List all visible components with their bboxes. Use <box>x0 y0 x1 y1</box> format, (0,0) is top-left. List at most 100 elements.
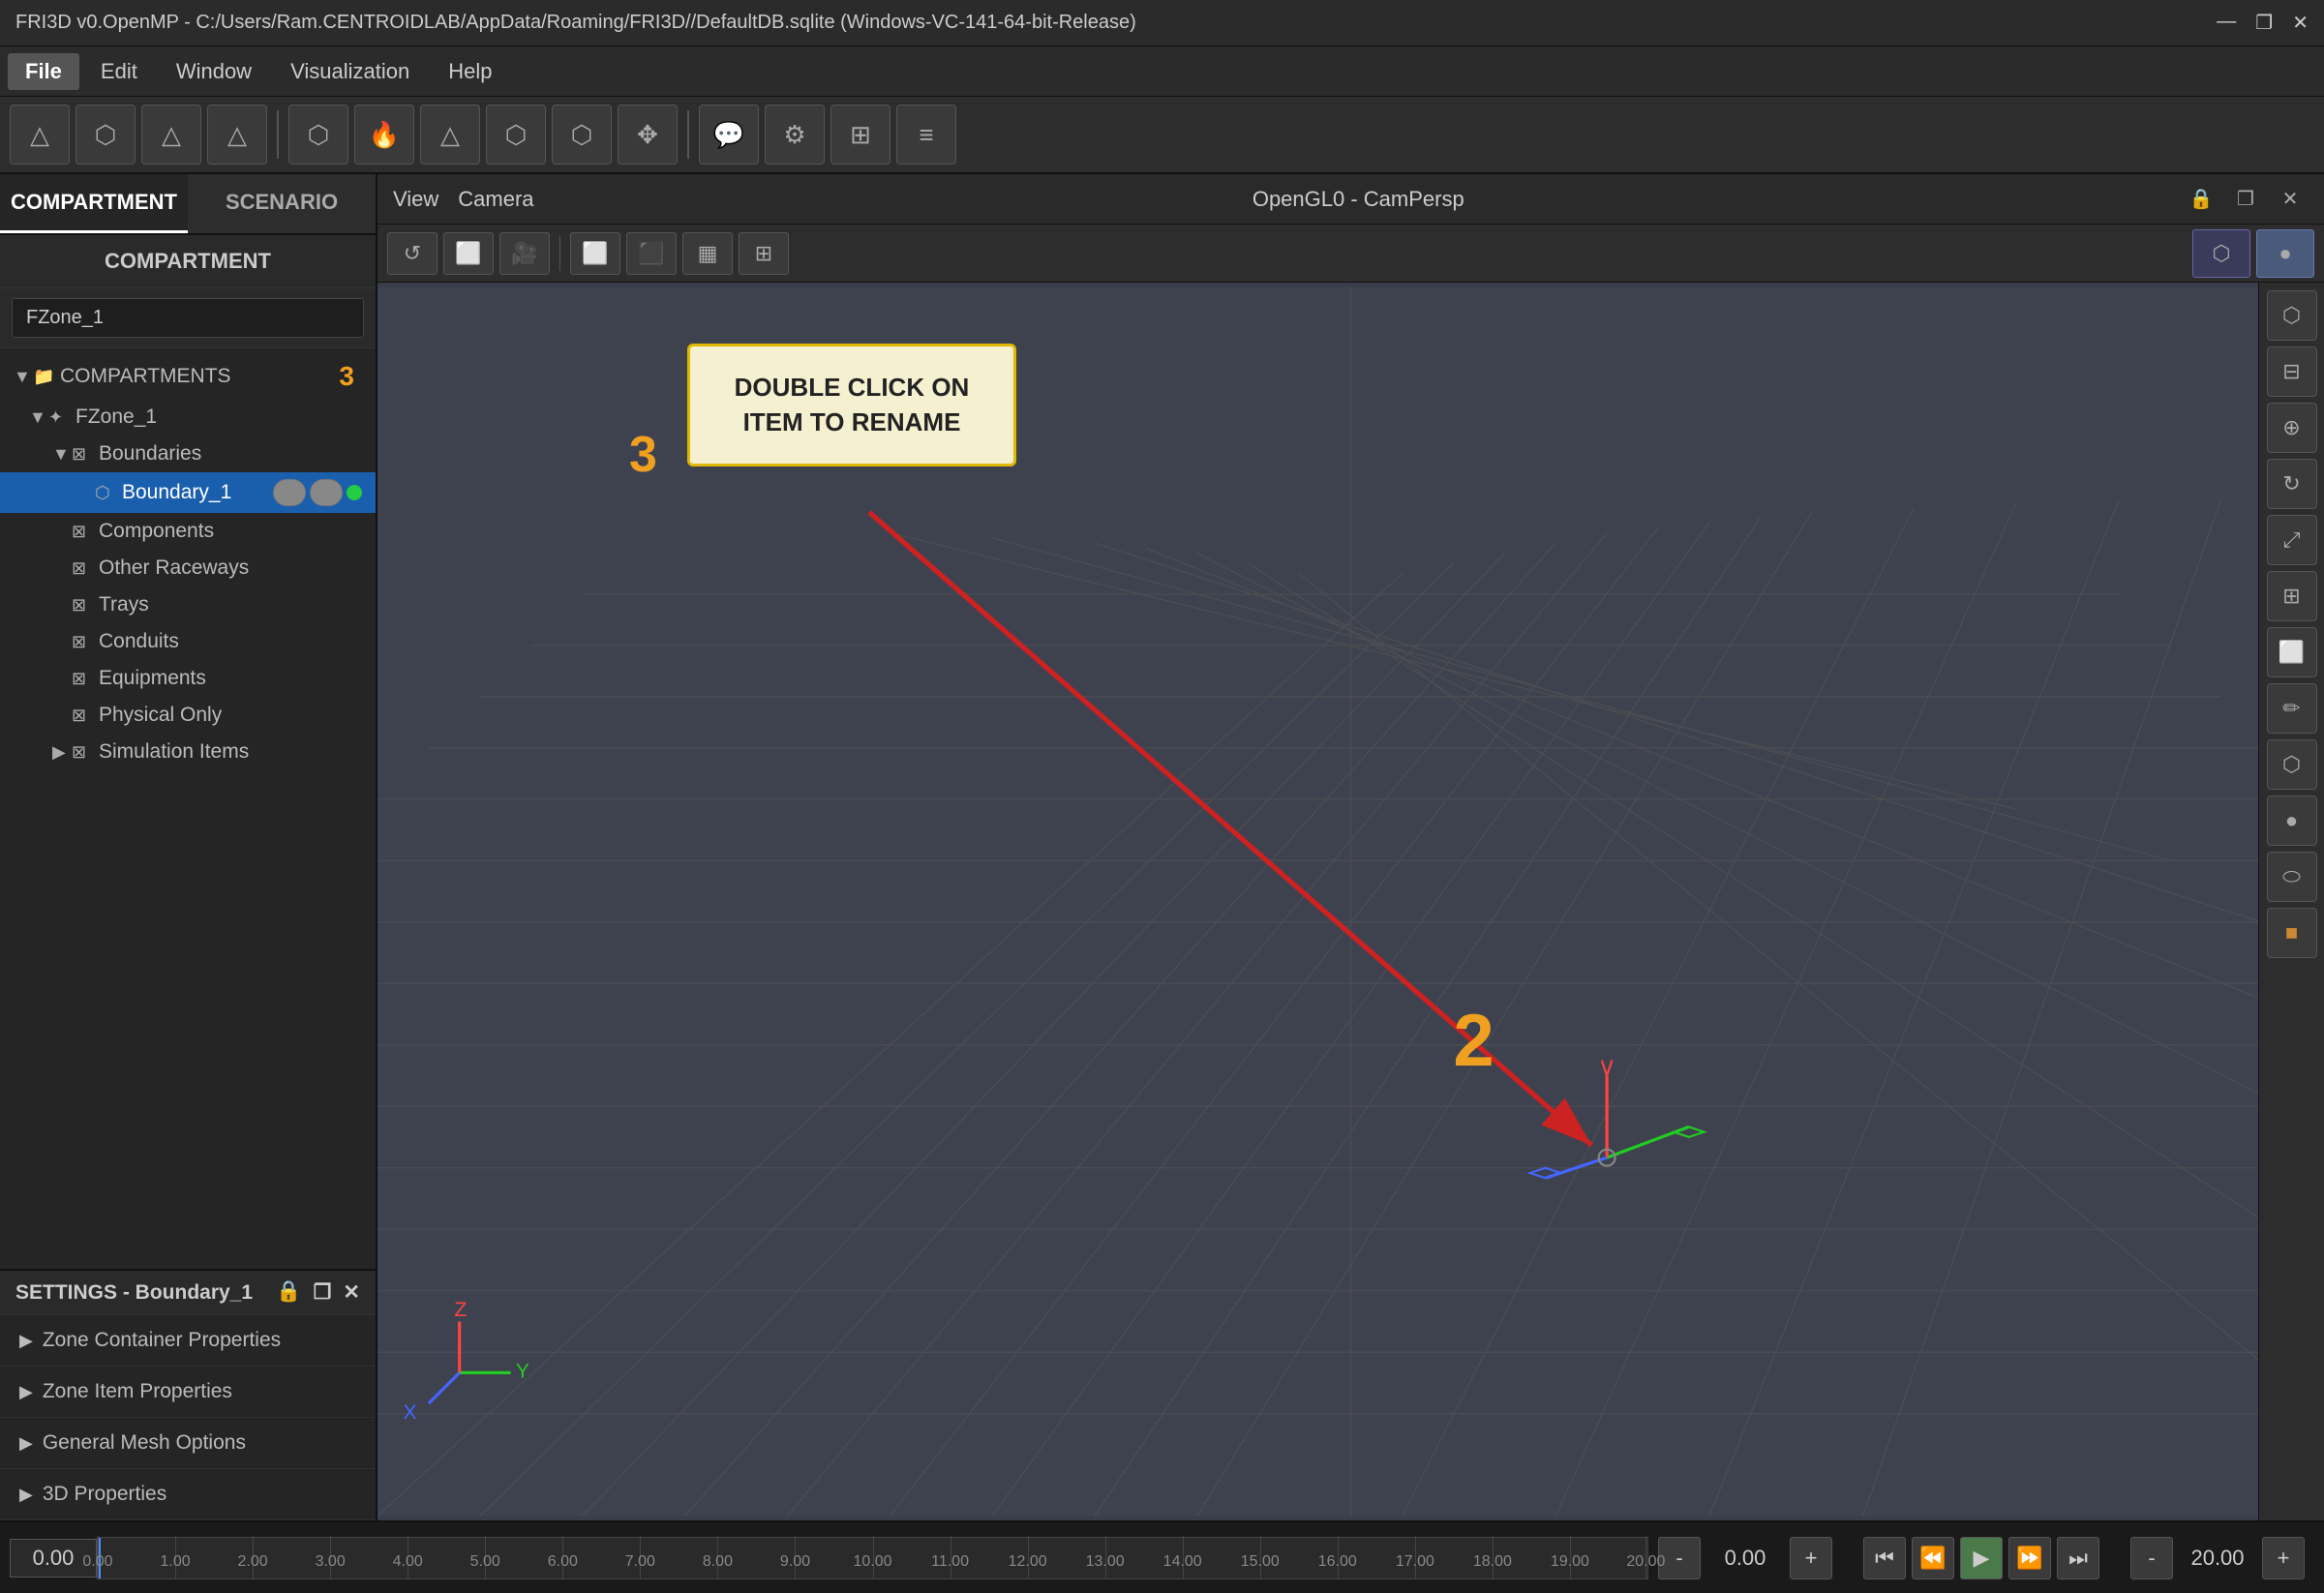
or-icon: ⊠ <box>72 558 99 579</box>
tree-boundaries[interactable]: ▼ ⊠ Boundaries <box>0 436 376 472</box>
tree-trays[interactable]: ⊠ Trays <box>0 586 376 623</box>
tb-sliders-button[interactable]: ≡ <box>896 105 956 165</box>
tl-tick-19: 19.00 <box>1570 1536 1571 1578</box>
vp-close-icon[interactable]: ✕ <box>2272 181 2309 218</box>
search-input[interactable] <box>12 298 364 338</box>
vp-box3-btn[interactable]: ▦ <box>682 232 733 275</box>
canvas-3d[interactable]: Y Z X <box>377 283 2324 1520</box>
close-button[interactable]: ✕ <box>2292 11 2309 35</box>
tb-save-button[interactable]: △ <box>141 105 201 165</box>
phys-icon: ⊠ <box>72 706 99 726</box>
zi-label: Zone Item Properties <box>43 1380 232 1403</box>
tb-mesh-button[interactable]: △ <box>420 105 480 165</box>
tb-chat-button[interactable]: 💬 <box>699 105 759 165</box>
tree-boundary1[interactable]: ⬡ Boundary_1 <box>0 472 376 513</box>
tl-tick-16: 16.00 <box>1338 1536 1339 1578</box>
rt-select2-btn[interactable]: ⬜ <box>2267 627 2317 677</box>
rt-cylinder-btn[interactable]: ⬭ <box>2267 852 2317 902</box>
vp-sphere-btn[interactable]: ● <box>2256 229 2314 278</box>
settings-zone-container[interactable]: ▶ Zone Container Properties <box>0 1315 376 1367</box>
menu-edit[interactable]: Edit <box>83 53 155 90</box>
tree-physical-only[interactable]: ⊠ Physical Only <box>0 697 376 734</box>
rt-material-btn[interactable]: ■ <box>2267 908 2317 958</box>
rt-box-btn[interactable]: ⬡ <box>2267 739 2317 790</box>
rt-perspective-btn[interactable]: ⬡ <box>2267 290 2317 341</box>
tree-simulation-items[interactable]: ▶ ⊠ Simulation Items <box>0 734 376 770</box>
vp-lock-icon[interactable]: 🔒 <box>2183 181 2219 218</box>
vp-cube-3d-btn[interactable]: ⬡ <box>2192 229 2250 278</box>
settings-zone-item[interactable]: ▶ Zone Item Properties <box>0 1367 376 1418</box>
timeline-track[interactable]: 0.00 1.00 2.00 3.00 4.00 5.00 6.00 7.00 … <box>97 1537 1648 1579</box>
vp-box2-btn[interactable]: ⬛ <box>626 232 677 275</box>
tl-tick-3: 3.00 <box>330 1536 331 1578</box>
tb-pkg-button[interactable]: ⬡ <box>486 105 546 165</box>
tree-compartments-root[interactable]: ▼ 📁 COMPARTMENTS 3 <box>0 354 376 399</box>
rt-rotate-btn[interactable]: ↻ <box>2267 459 2317 509</box>
menu-visualization[interactable]: Visualization <box>273 53 427 90</box>
rt-move-btn[interactable]: ⊕ <box>2267 403 2317 453</box>
tree-other-raceways[interactable]: ⊠ Other Raceways <box>0 550 376 586</box>
tb-cube-button[interactable]: ⬡ <box>288 105 348 165</box>
tl-play-btn[interactable]: ▶ <box>1960 1537 2003 1579</box>
menu-help[interactable]: Help <box>431 53 509 90</box>
tl-zoom-plus-btn[interactable]: + <box>2262 1537 2305 1579</box>
tree-conduits[interactable]: ⊠ Conduits <box>0 623 376 660</box>
3d-arrow-icon: ▶ <box>19 1485 33 1505</box>
tl-tick-5: 5.00 <box>485 1536 486 1578</box>
menu-window[interactable]: Window <box>159 53 269 90</box>
tab-compartment[interactable]: COMPARTMENT <box>0 174 188 233</box>
tree-fzone1[interactable]: ▼ ✦ FZone_1 <box>0 399 376 436</box>
viewport: View Camera OpenGL0 - CamPersp 🔒 ❐ ✕ ↺ ⬜… <box>377 174 2324 1520</box>
settings-close-icon[interactable]: ✕ <box>343 1280 360 1305</box>
tb-globe-button[interactable]: ⬡ <box>552 105 612 165</box>
tb-export-button[interactable]: △ <box>207 105 267 165</box>
vp-rotate-btn[interactable]: ↺ <box>387 232 438 275</box>
tl-prev-btn[interactable]: ⏪ <box>1912 1537 1954 1579</box>
equip-icon: ⊠ <box>72 669 99 689</box>
tree-components[interactable]: ⊠ Components <box>0 513 376 550</box>
rt-sphere-btn[interactable]: ● <box>2267 796 2317 846</box>
tl-end-btn[interactable]: ⏭ <box>2057 1537 2099 1579</box>
vp-box1-btn[interactable]: ⬜ <box>570 232 620 275</box>
tb-new-button[interactable]: △ <box>10 105 70 165</box>
tl-speed-plus-btn[interactable]: + <box>1790 1537 1832 1579</box>
tab-scenario[interactable]: SCENARIO <box>188 174 376 233</box>
settings-lock-icon[interactable]: 🔒 <box>276 1280 301 1305</box>
menu-file[interactable]: File <box>8 53 79 90</box>
tl-beginning-btn[interactable]: ⏮ <box>1863 1537 1906 1579</box>
tb-settings-button[interactable]: ⚙ <box>765 105 825 165</box>
rt-grid2-btn[interactable]: ⊞ <box>2267 571 2317 621</box>
settings-3d-props[interactable]: ▶ 3D Properties <box>0 1469 376 1520</box>
rt-pen-btn[interactable]: ✏ <box>2267 683 2317 734</box>
tb-move-button[interactable]: ✥ <box>618 105 678 165</box>
svg-text:2: 2 <box>1453 1000 1494 1082</box>
vis-btn-1[interactable] <box>273 479 306 506</box>
vp-camera-btn[interactable]: 🎥 <box>499 232 550 275</box>
vp-restore-icon[interactable]: ❐ <box>2227 181 2264 218</box>
tl-tick-6: 6.00 <box>562 1536 563 1578</box>
titlebar-controls[interactable]: — ❐ ✕ <box>2217 11 2309 35</box>
tl-label-8: 8.00 <box>703 1553 733 1571</box>
tl-tick-7: 7.00 <box>640 1536 641 1578</box>
tl-zoom-minus-btn[interactable]: - <box>2130 1537 2173 1579</box>
tb-grid-button[interactable]: ⊞ <box>830 105 890 165</box>
components-icon: ⊠ <box>72 522 99 542</box>
compartments-icon: 📁 <box>33 367 60 387</box>
vis-btn-2[interactable] <box>310 479 343 506</box>
svg-text:Y: Y <box>516 1361 529 1383</box>
settings-restore-icon[interactable]: ❐ <box>314 1280 332 1305</box>
tree-equipments[interactable]: ⊠ Equipments <box>0 660 376 697</box>
vp-select-btn[interactable]: ⬜ <box>443 232 494 275</box>
3d-label: 3D Properties <box>43 1483 166 1506</box>
vp-grid-btn[interactable]: ⊞ <box>739 232 789 275</box>
rt-layers-btn[interactable]: ⊟ <box>2267 346 2317 397</box>
tb-open-button[interactable]: ⬡ <box>75 105 136 165</box>
tl-next-btn[interactable]: ⏩ <box>2008 1537 2051 1579</box>
rt-scale-btn[interactable]: ⤢ <box>2267 515 2317 565</box>
minimize-button[interactable]: — <box>2217 11 2236 35</box>
viewport-camera-label[interactable]: Camera <box>458 187 533 212</box>
viewport-view-label[interactable]: View <box>393 187 438 212</box>
tb-fire-button[interactable]: 🔥 <box>354 105 414 165</box>
settings-mesh-options[interactable]: ▶ General Mesh Options <box>0 1418 376 1469</box>
restore-button[interactable]: ❐ <box>2255 11 2273 35</box>
